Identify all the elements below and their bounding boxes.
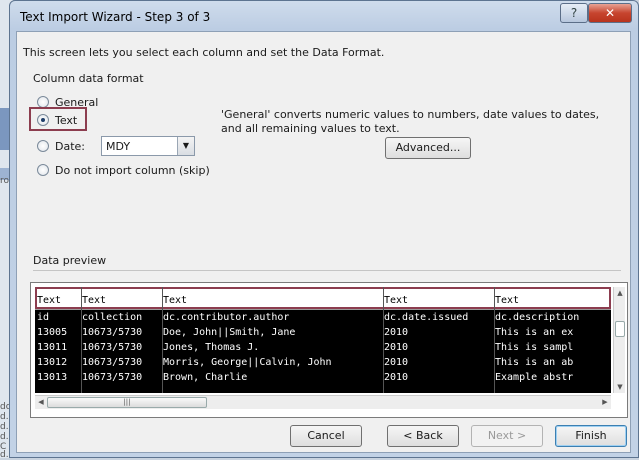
cancel-button[interactable]: Cancel xyxy=(290,425,362,447)
preview-cell: Doe, John||Smith, Jane xyxy=(163,327,296,338)
chevron-down-icon[interactable]: ▼ xyxy=(177,137,194,155)
preview-cell: 2010 xyxy=(384,372,409,383)
close-button[interactable]: ✕ xyxy=(588,3,632,23)
intro-text: This screen lets you select each column … xyxy=(23,46,385,59)
column-format-label: Column data format xyxy=(33,72,144,85)
next-button[interactable]: Next > xyxy=(471,425,543,447)
dialog-body: This screen lets you select each column … xyxy=(16,31,631,453)
preview-cell: Jones, Thomas J. xyxy=(163,342,260,353)
preview-cell: 13011 xyxy=(37,342,68,353)
column-header[interactable]: Text xyxy=(384,295,494,306)
preview-cell: 2010 xyxy=(384,327,409,338)
help-icon: ? xyxy=(570,6,578,20)
preview-cell: id xyxy=(37,312,50,323)
preview-cell: 2010 xyxy=(384,357,409,368)
preview-cell: collection xyxy=(82,312,143,323)
preview-cells[interactable]: Text Text Text Text Text id collection d… xyxy=(35,287,611,393)
column-header[interactable]: Text xyxy=(495,295,610,306)
radio-circle[interactable] xyxy=(37,140,49,152)
help-button[interactable]: ? xyxy=(560,3,588,23)
scroll-thumb[interactable]: ||| xyxy=(47,397,207,408)
window-title: Text Import Wizard - Step 3 of 3 xyxy=(20,10,211,24)
close-icon: ✕ xyxy=(604,6,616,20)
radio-skip[interactable]: Do not import column (skip) xyxy=(37,162,210,178)
title-bar[interactable]: Text Import Wizard - Step 3 of 3 ? ✕ xyxy=(10,1,638,31)
data-preview-grid: Text Text Text Text Text id collection d… xyxy=(30,282,628,418)
preview-cell: 13005 xyxy=(37,327,68,338)
preview-cell: 13013 xyxy=(37,372,68,383)
preview-cell: Morris, George||Calvin, John xyxy=(163,357,332,368)
horizontal-scrollbar[interactable]: ◀ ||| ▶ xyxy=(35,395,611,409)
divider xyxy=(33,270,621,271)
column-header[interactable]: Text xyxy=(163,295,383,306)
radio-date-label: Date: xyxy=(55,139,85,153)
radio-circle-selected[interactable] xyxy=(37,114,49,126)
format-description: 'General' converts numeric values to num… xyxy=(221,108,600,135)
preview-cell: This is sampl xyxy=(495,342,574,353)
background-text: ro xyxy=(0,176,10,186)
preview-cell: 13012 xyxy=(37,357,68,368)
radio-skip-label: Do not import column (skip) xyxy=(55,163,210,177)
preview-cell: 10673/5730 xyxy=(82,357,143,368)
scroll-right-icon[interactable]: ▶ xyxy=(599,396,611,409)
preview-cell: Example abstr xyxy=(495,372,574,383)
preview-cell: dc.date.issued xyxy=(384,312,469,323)
column-header[interactable]: Text xyxy=(37,295,81,306)
preview-cell: Brown, Charlie xyxy=(163,372,248,383)
preview-cell: 10673/5730 xyxy=(82,327,143,338)
preview-cell: This is an ex xyxy=(495,327,574,338)
radio-circle[interactable] xyxy=(37,164,49,176)
preview-cell: 2010 xyxy=(384,342,409,353)
preview-cell: dc.contributor.author xyxy=(163,312,290,323)
radio-text[interactable]: Text xyxy=(37,112,77,128)
preview-cell: 10673/5730 xyxy=(82,372,143,383)
radio-date[interactable]: Date: xyxy=(37,138,85,154)
scroll-down-icon[interactable]: ▼ xyxy=(614,381,626,393)
column-header[interactable]: Text xyxy=(82,295,162,306)
preview-cell: 10673/5730 xyxy=(82,342,143,353)
preview-cell: dc.description xyxy=(495,312,580,323)
date-format-value: MDY xyxy=(106,139,131,153)
scroll-up-icon[interactable]: ▲ xyxy=(614,287,626,299)
column-type-header-row[interactable]: Text Text Text Text Text xyxy=(35,287,611,310)
preview-cell: This is an ab xyxy=(495,357,574,368)
date-format-select[interactable]: MDY ▼ xyxy=(101,136,195,156)
back-button[interactable]: < Back xyxy=(387,425,459,447)
data-preview-label: Data preview xyxy=(33,254,107,267)
advanced-button[interactable]: Advanced... xyxy=(385,137,471,159)
radio-text-label: Text xyxy=(55,113,78,127)
finish-button[interactable]: Finish xyxy=(555,425,627,447)
text-import-wizard-dialog: Text Import Wizard - Step 3 of 3 ? ✕ Thi… xyxy=(9,0,639,458)
vertical-scrollbar[interactable]: ▲ ▼ xyxy=(613,287,625,393)
scroll-left-icon[interactable]: ◀ xyxy=(35,396,47,409)
scroll-thumb[interactable] xyxy=(615,321,625,337)
